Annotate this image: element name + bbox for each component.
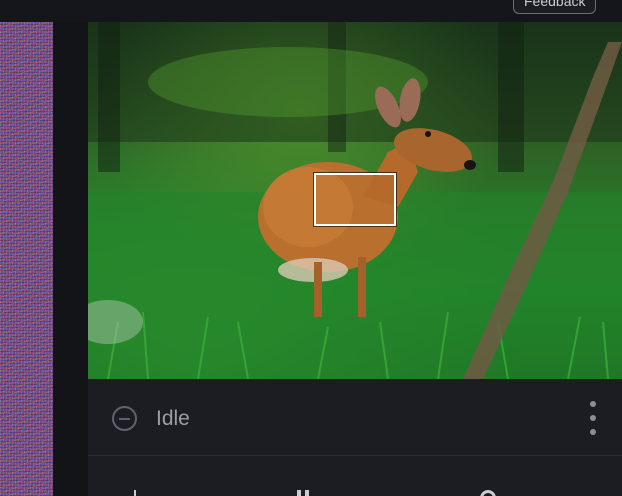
feedback-button[interactable]: Feedback: [513, 0, 597, 14]
camera-image[interactable]: [88, 22, 622, 379]
pause-icon[interactable]: [293, 488, 313, 496]
status-label: Idle: [156, 407, 190, 430]
status-row: Idle: [88, 379, 622, 456]
refresh-icon[interactable]: [478, 488, 498, 496]
noise-thumbnail[interactable]: [0, 22, 53, 496]
controls-row: [88, 456, 622, 496]
detection-box[interactable]: [314, 173, 396, 226]
more-vertical-icon[interactable]: [586, 401, 600, 435]
minus-circle-icon: [112, 406, 137, 431]
camera-card: Idle: [88, 22, 622, 496]
app-root: Feedback Idle: [0, 0, 622, 496]
add-icon[interactable]: [126, 488, 146, 496]
panel-divider: [53, 22, 88, 496]
top-bar: Feedback: [0, 0, 622, 22]
